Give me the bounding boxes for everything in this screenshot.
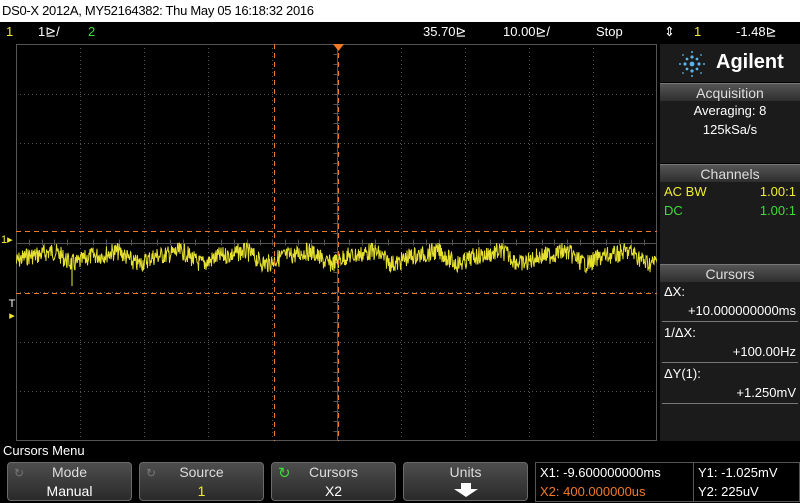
trigger-source[interactable]: 1 <box>694 22 701 42</box>
sample-rate: 125kSa/s <box>702 122 758 137</box>
divider <box>662 321 798 322</box>
menu-title: Cursors Menu <box>3 443 85 458</box>
graticule <box>16 44 657 441</box>
cursors-softkey-value: X2 <box>324 483 343 499</box>
waveform-display[interactable] <box>16 44 657 441</box>
cursors-header: Cursors <box>660 264 800 282</box>
cursors-softkey[interactable]: ↻ Cursors X2 <box>271 462 396 501</box>
inverse-delta-x-value: +100.00Hz <box>732 344 796 359</box>
ch1-trace <box>16 242 657 274</box>
mode-softkey[interactable]: ↻ Mode Manual <box>7 462 132 501</box>
source-softkey-label: Source <box>179 464 224 480</box>
source-softkey-value: 1 <box>197 483 206 499</box>
delta-y-label: ΔY(1): <box>664 366 701 381</box>
trigger-level[interactable]: -1.48⊵ <box>736 22 777 42</box>
ch1-ground-marker[interactable]: 1▸ <box>1 235 13 246</box>
ch1-number[interactable]: 1 <box>6 22 13 42</box>
trigger-edge-icon: ⇕ <box>664 24 675 39</box>
channel-row-2: DC 1.00:1 <box>660 201 800 220</box>
channel-1-coupling: AC BW <box>664 184 707 199</box>
horizontal-position[interactable]: 35.70⊵ <box>423 22 466 42</box>
channels-box[interactable]: Channels AC BW 1.00:1 DC 1.00:1 <box>660 164 800 264</box>
acquisition-mode: Averaging: 8 <box>693 103 767 118</box>
source-softkey[interactable]: ↻ Source 1 <box>139 462 264 501</box>
mode-softkey-label: Mode <box>51 464 88 480</box>
side-panel: Agilent Acquisition Averaging: 8 125kSa/… <box>660 44 800 441</box>
rotate-knob-icon: ↻ <box>146 466 157 480</box>
channel-2-coupling: DC <box>664 203 683 218</box>
channel-1-probe: 1.00:1 <box>759 184 796 199</box>
acquisition-header: Acquisition <box>660 83 800 101</box>
units-softkey[interactable]: Units <box>403 462 528 501</box>
brand-name: Agilent <box>716 51 784 73</box>
readout-divider <box>693 463 694 501</box>
units-softkey-label: Units <box>449 464 482 480</box>
down-arrow-icon <box>404 482 527 501</box>
x2-readout: X2: 400.000000us <box>540 484 646 499</box>
run-state[interactable]: Stop <box>596 22 623 42</box>
delta-y-value: +1.250mV <box>736 385 796 400</box>
mode-softkey-value: Manual <box>46 483 93 499</box>
agilent-spark-icon <box>679 51 705 77</box>
delta-x-label: ΔX: <box>664 284 685 299</box>
cursor-readout: X1: -9.600000000ms X2: 400.000000us Y1: … <box>535 462 800 502</box>
divider <box>662 362 798 363</box>
window-title: DS0-X 2012A, MY52164382: Thu May 05 16:1… <box>0 0 800 22</box>
cursors-box[interactable]: Cursors ΔX: +10.000000000ms 1/ΔX: +100.0… <box>660 264 800 441</box>
y2-readout: Y2: 225uV <box>698 484 759 499</box>
channel-2-probe: 1.00:1 <box>759 203 796 218</box>
time-per-div[interactable]: 10.00⊵/ <box>503 22 550 42</box>
status-bar: 1 1⊵/ 2 35.70⊵ 10.00⊵/ Stop ⇕ 1 -1.48⊵ <box>0 22 800 42</box>
trigger-position-marker <box>333 44 344 51</box>
channel-row-1: AC BW 1.00:1 <box>660 182 800 201</box>
acquisition-box[interactable]: Acquisition Averaging: 8 125kSa/s <box>660 83 800 163</box>
rotate-knob-icon: ↻ <box>278 465 291 482</box>
ch1-scale[interactable]: 1⊵/ <box>38 22 60 42</box>
ch2-number[interactable]: 2 <box>88 22 95 42</box>
rotate-knob-icon: ↻ <box>14 466 25 480</box>
brand-logo: Agilent <box>660 44 800 82</box>
x1-readout: X1: -9.600000000ms <box>540 465 661 480</box>
channels-header: Channels <box>660 164 800 182</box>
delta-x-value: +10.000000000ms <box>687 303 796 318</box>
divider <box>662 403 798 404</box>
y1-readout: Y1: -1.025mV <box>698 465 778 480</box>
inverse-delta-x-label: 1/ΔX: <box>664 325 696 340</box>
